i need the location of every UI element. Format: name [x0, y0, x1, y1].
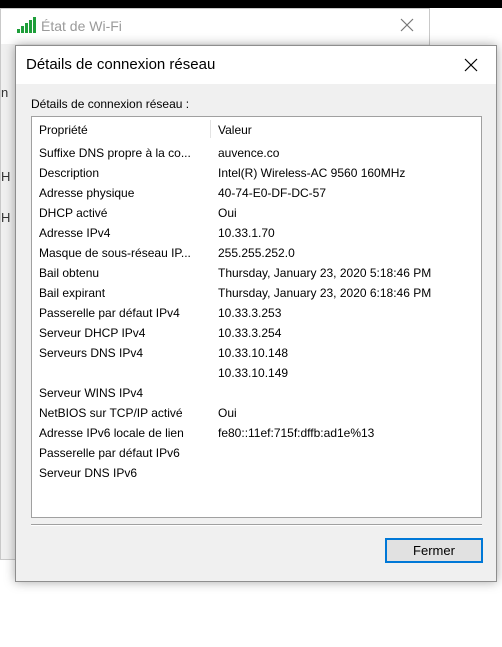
property-cell: Bail expirant: [39, 286, 106, 300]
value-cell: 10.33.10.149: [218, 366, 289, 380]
value-cell: Thursday, January 23, 2020 5:18:46 PM: [218, 266, 432, 280]
property-cell: Adresse physique: [39, 186, 135, 200]
list-item[interactable]: Adresse physique 40-74-E0-DF-DC-57: [32, 184, 481, 204]
property-cell: Suffixe DNS propre à la co...: [39, 146, 191, 160]
list-item[interactable]: Passerelle par défaut IPv4 10.33.3.253: [32, 304, 481, 324]
details-list-view[interactable]: Propriété Valeur Suffixe DNS propre à la…: [31, 116, 482, 518]
value-cell: 10.33.1.70: [218, 226, 275, 240]
wifi-status-partial-text: H: [1, 210, 11, 225]
property-cell: DHCP activé: [39, 206, 108, 220]
network-connection-details-dialog: Détails de connexion réseau Détails de c…: [15, 45, 497, 582]
value-cell: 40-74-E0-DF-DC-57: [218, 186, 327, 200]
list-item[interactable]: Adresse IPv4 10.33.1.70: [32, 224, 481, 244]
list-item[interactable]: Bail obtenu Thursday, January 23, 2020 5:…: [32, 264, 481, 284]
value-cell: 10.33.3.253: [218, 306, 282, 320]
desktop-top-strip: [0, 0, 502, 8]
property-cell: Serveurs DNS IPv4: [39, 346, 144, 360]
property-cell: Serveur DNS IPv6: [39, 466, 138, 480]
list-item[interactable]: Suffixe DNS propre à la co... auvence.co: [32, 144, 481, 164]
wifi-status-close-icon[interactable]: [398, 15, 416, 35]
property-cell: Serveur DHCP IPv4: [39, 326, 146, 340]
value-cell: Oui: [218, 406, 237, 420]
list-item[interactable]: Bail expirant Thursday, January 23, 2020 …: [32, 284, 481, 304]
wifi-status-partial-text: H: [1, 169, 11, 184]
list-item[interactable]: Serveur DNS IPv6: [32, 464, 481, 484]
value-cell: auvence.co: [218, 146, 280, 160]
list-item[interactable]: DHCP activé Oui: [32, 204, 481, 224]
value-cell: 10.33.10.148: [218, 346, 289, 360]
property-cell: Masque de sous-réseau IP...: [39, 246, 191, 260]
property-cell: Bail obtenu: [39, 266, 100, 280]
list-item[interactable]: Serveurs DNS IPv4 10.33.10.148: [32, 344, 481, 364]
list-item[interactable]: 10.33.10.149: [32, 364, 481, 384]
details-group-label: Détails de connexion réseau :: [31, 97, 190, 111]
list-item[interactable]: Masque de sous-réseau IP... 255.255.252.0: [32, 244, 481, 264]
separator-line: [31, 524, 482, 526]
value-cell: Oui: [218, 206, 237, 220]
value-cell: 10.33.3.254: [218, 326, 282, 340]
list-item[interactable]: Serveur DHCP IPv4 10.33.3.254: [32, 324, 481, 344]
value-cell: fe80::11ef:715f:dffb:ad1e%13: [218, 426, 375, 440]
list-rows: Suffixe DNS propre à la co... auvence.co D…: [32, 144, 481, 484]
close-button[interactable]: Fermer: [385, 538, 483, 563]
list-item[interactable]: Passerelle par défaut IPv6: [32, 444, 481, 464]
property-cell: Description: [39, 166, 100, 180]
value-cell: Intel(R) Wireless-AC 9560 160MHz: [218, 166, 406, 180]
list-item[interactable]: NetBIOS sur TCP/IP activé Oui: [32, 404, 481, 424]
list-item[interactable]: Adresse IPv6 locale de lien fe80::11ef:71…: [32, 424, 481, 444]
list-header: Propriété Valeur: [32, 117, 481, 139]
property-cell: Passerelle par défaut IPv4: [39, 306, 180, 320]
column-divider[interactable]: [210, 120, 211, 138]
value-cell: 255.255.252.0: [218, 246, 295, 260]
list-item[interactable]: Description Intel(R) Wireless-AC 9560 160…: [32, 164, 481, 184]
dialog-titlebar: Détails de connexion réseau: [16, 46, 496, 84]
column-header-value[interactable]: Valeur: [218, 123, 252, 137]
dialog-title: Détails de connexion réseau: [26, 56, 216, 73]
value-cell: Thursday, January 23, 2020 6:18:46 PM: [218, 286, 432, 300]
wifi-signal-icon: [17, 17, 36, 33]
property-cell: NetBIOS sur TCP/IP activé: [39, 406, 183, 420]
property-cell: Adresse IPv6 locale de lien: [39, 426, 184, 440]
list-item[interactable]: Serveur WINS IPv4: [32, 384, 481, 404]
wifi-status-title: État de Wi-Fi: [41, 18, 122, 34]
wifi-status-titlebar: État de Wi-Fi: [1, 9, 429, 44]
property-cell: Passerelle par défaut IPv6: [39, 446, 180, 460]
wifi-status-partial-text: n: [1, 85, 9, 100]
property-cell: Serveur WINS IPv4: [39, 386, 144, 400]
close-icon[interactable]: [458, 52, 484, 78]
property-cell: Adresse IPv4: [39, 226, 111, 240]
column-header-property[interactable]: Propriété: [39, 123, 88, 137]
